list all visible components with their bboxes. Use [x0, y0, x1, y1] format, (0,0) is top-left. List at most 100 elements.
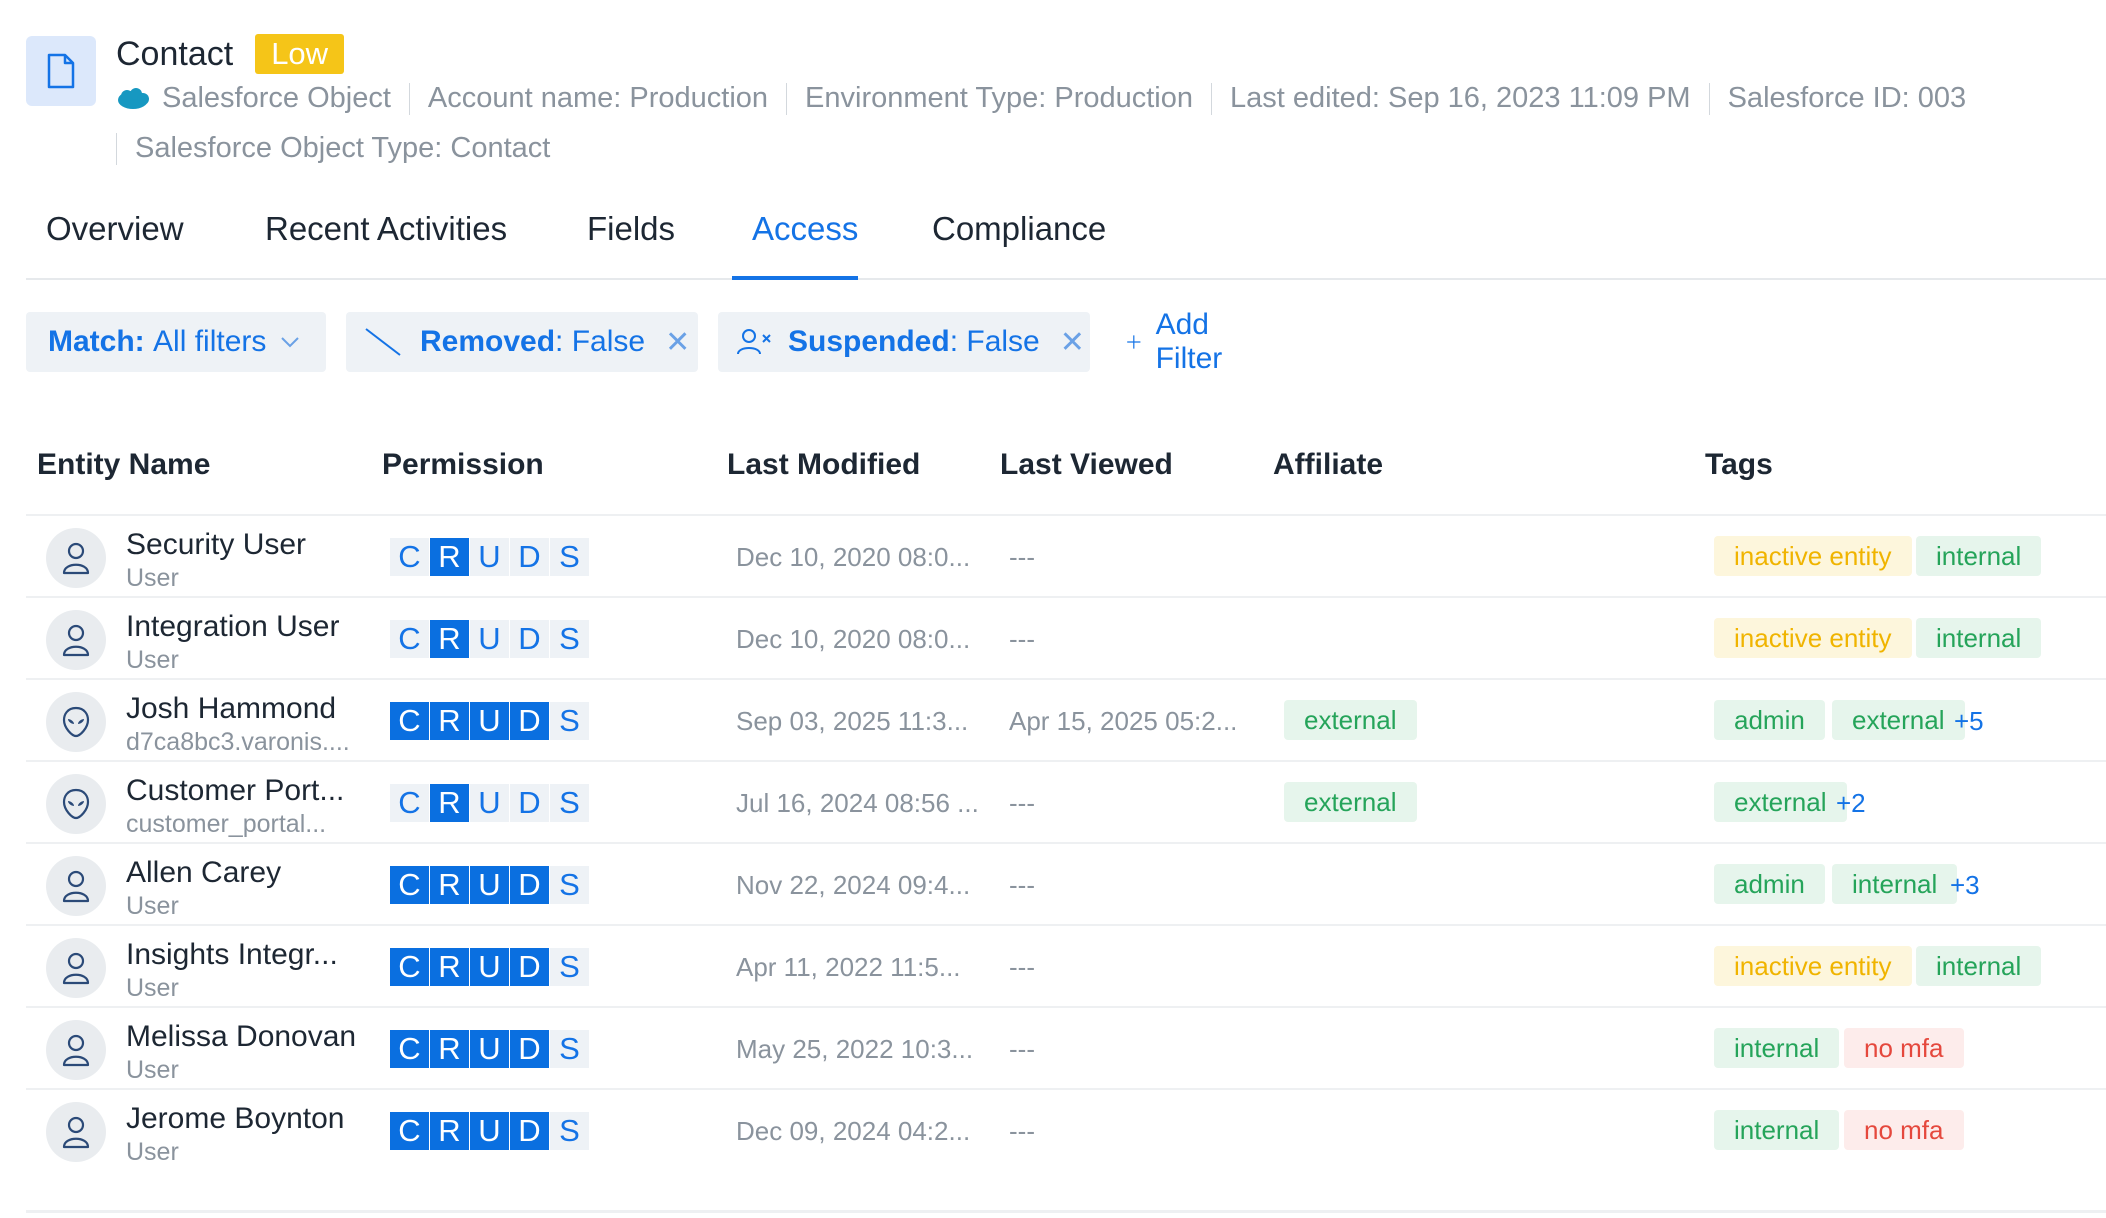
user-avatar-icon	[46, 938, 106, 998]
column-header-last-viewed[interactable]: Last Viewed	[1000, 448, 1173, 482]
more-tags-link[interactable]: +3	[1950, 870, 1980, 901]
tag-chip[interactable]: inactive entity	[1714, 618, 1912, 658]
permission-letter-r: R	[430, 1112, 469, 1150]
metadata-line-2: Salesforce Object Type: Contact	[116, 132, 550, 165]
column-header-permission[interactable]: Permission	[382, 448, 544, 482]
permission-crud: CRUDS	[390, 866, 589, 904]
permission-letter-u: U	[470, 538, 509, 576]
tag-chip[interactable]: no mfa	[1844, 1028, 1964, 1068]
add-filter-label: Add Filter	[1155, 308, 1223, 375]
entity-name-link[interactable]: Josh Hammond	[126, 692, 336, 726]
tab-compliance[interactable]: Compliance	[932, 210, 1106, 280]
permission-letter-r: R	[430, 702, 469, 740]
entity-name-link[interactable]: Melissa Donovan	[126, 1020, 356, 1054]
divider	[1211, 82, 1213, 115]
match-filter-dropdown[interactable]: Match: All filters	[26, 312, 326, 372]
table-row[interactable]: Melissa Donovan User C R U D S May 25, 2022 10:…	[26, 1006, 2106, 1088]
permission-letter-d: D	[510, 866, 549, 904]
table-row[interactable]: Integration User User C R U D S Dec 10, 2020 08…	[26, 596, 2106, 678]
entity-subtitle: User	[126, 1056, 179, 1084]
permission-letter-s: S	[550, 702, 589, 740]
tag-chip[interactable]: internal	[1916, 946, 2042, 986]
tag-chip[interactable]: internal	[1916, 618, 2042, 658]
permission-letter-u: U	[470, 784, 509, 822]
entity-name-link[interactable]: Allen Carey	[126, 856, 281, 890]
meta-environment-type: Environment Type: Production	[805, 82, 1194, 114]
permission-letter-r: R	[430, 784, 469, 822]
plus-icon	[1127, 335, 1141, 349]
metadata-line: Salesforce Object Account name: Producti…	[116, 82, 1966, 115]
divider	[116, 132, 117, 165]
meta-object-type: Salesforce Object Type: Contact	[135, 132, 551, 164]
tag-chip[interactable]: admin	[1714, 864, 1825, 904]
tag-chip[interactable]: inactive entity	[1714, 946, 1912, 986]
tag-chip[interactable]: internal	[1916, 536, 2042, 576]
tag-chip[interactable]: internal	[1832, 864, 1958, 904]
table-row[interactable]: Customer Port... customer_portal... C R U D S J…	[26, 760, 2106, 842]
table-row[interactable]: Allen Carey User C R U D S Nov 22, 2024 09:4...…	[26, 842, 2106, 924]
entity-subtitle: User	[126, 564, 179, 592]
tab-access[interactable]: Access	[752, 210, 858, 280]
permission-crud: CRUDS	[390, 784, 589, 822]
add-filter-button[interactable]: Add Filter	[1126, 308, 1233, 375]
permission-letter-u: U	[470, 866, 509, 904]
table-row[interactable]: Josh Hammond d7ca8bc3.varonis.... C R U D S Sep…	[26, 678, 2106, 760]
column-header-affiliate[interactable]: Affiliate	[1273, 448, 1383, 482]
permission-letter-c: C	[390, 1112, 429, 1150]
tab-bar: Overview Recent Activities Fields Access…	[26, 210, 2106, 280]
entity-name-link[interactable]: Integration User	[126, 610, 339, 644]
permission-crud: CRUDS	[390, 1030, 589, 1068]
user-avatar-icon	[46, 610, 106, 670]
entity-name-link[interactable]: Security User	[126, 528, 306, 562]
table-row[interactable]: Jerome Boynton User C R U D S Dec 09, 2024 04:2…	[26, 1088, 2106, 1170]
permission-letter-r: R	[430, 948, 469, 986]
permission-letter-c: C	[390, 702, 429, 740]
tag-chip[interactable]: external	[1714, 782, 1847, 822]
entity-name-link[interactable]: Insights Integr...	[126, 938, 338, 972]
more-tags-link[interactable]: +5	[1954, 706, 1984, 737]
table-row[interactable]: Security User User C R U D S Dec 10, 2020 08:0.…	[26, 514, 2106, 596]
column-header-entity-name[interactable]: Entity Name	[37, 448, 210, 482]
column-header-tags[interactable]: Tags	[1705, 448, 1773, 482]
tab-fields[interactable]: Fields	[587, 210, 675, 280]
entity-subtitle: customer_portal...	[126, 810, 327, 838]
permission-letter-c: C	[390, 866, 429, 904]
affiliate-tag: external	[1284, 782, 1417, 822]
entity-name-link[interactable]: Jerome Boynton	[126, 1102, 344, 1136]
table-row[interactable]: Insights Integr... User C R U D S Apr 11, 2022 …	[26, 924, 2106, 1006]
permission-letter-u: U	[470, 1112, 509, 1150]
permission-letter-d: D	[510, 620, 549, 658]
entity-subtitle: User	[126, 892, 179, 920]
tag-chip[interactable]: external	[1832, 700, 1965, 740]
divider	[408, 82, 410, 115]
meta-account-name: Account name: Production	[427, 82, 769, 114]
more-tags-link[interactable]: +2	[1836, 788, 1866, 819]
permission-letter-s: S	[550, 866, 589, 904]
tag-chip[interactable]: no mfa	[1844, 1110, 1964, 1150]
close-icon[interactable]: ✕	[665, 325, 690, 360]
close-icon[interactable]: ✕	[1060, 325, 1085, 360]
column-header-last-modified[interactable]: Last Modified	[727, 448, 920, 482]
last-viewed-value: ---	[1009, 624, 1035, 654]
entity-subtitle: User	[126, 646, 179, 674]
title-row: Contact Low	[116, 34, 345, 74]
meta-source-label: Salesforce Object	[162, 82, 391, 114]
permission-letter-c: C	[390, 620, 429, 658]
permission-letter-d: D	[510, 1030, 549, 1068]
tag-chip[interactable]: internal	[1714, 1110, 1840, 1150]
tag-chip[interactable]: admin	[1714, 700, 1825, 740]
tab-recent-activities[interactable]: Recent Activities	[265, 210, 507, 280]
removed-filter-chip[interactable]: Removed: False ✕	[346, 312, 698, 372]
tab-overview[interactable]: Overview	[46, 210, 184, 280]
removed-filter-key: Removed	[420, 325, 556, 358]
tag-chip[interactable]: inactive entity	[1714, 536, 1912, 576]
permission-letter-u: U	[470, 1030, 509, 1068]
last-viewed-value: ---	[1009, 1034, 1035, 1064]
suspended-filter-chip[interactable]: Suspended: False ✕	[718, 312, 1090, 372]
permission-letter-u: U	[470, 948, 509, 986]
permission-letter-u: U	[470, 702, 509, 740]
entity-name-link[interactable]: Customer Port...	[126, 774, 344, 808]
tag-chip[interactable]: internal	[1714, 1028, 1840, 1068]
suspended-filter-value: : False	[949, 325, 1040, 358]
removed-filter-value: : False	[555, 325, 646, 358]
